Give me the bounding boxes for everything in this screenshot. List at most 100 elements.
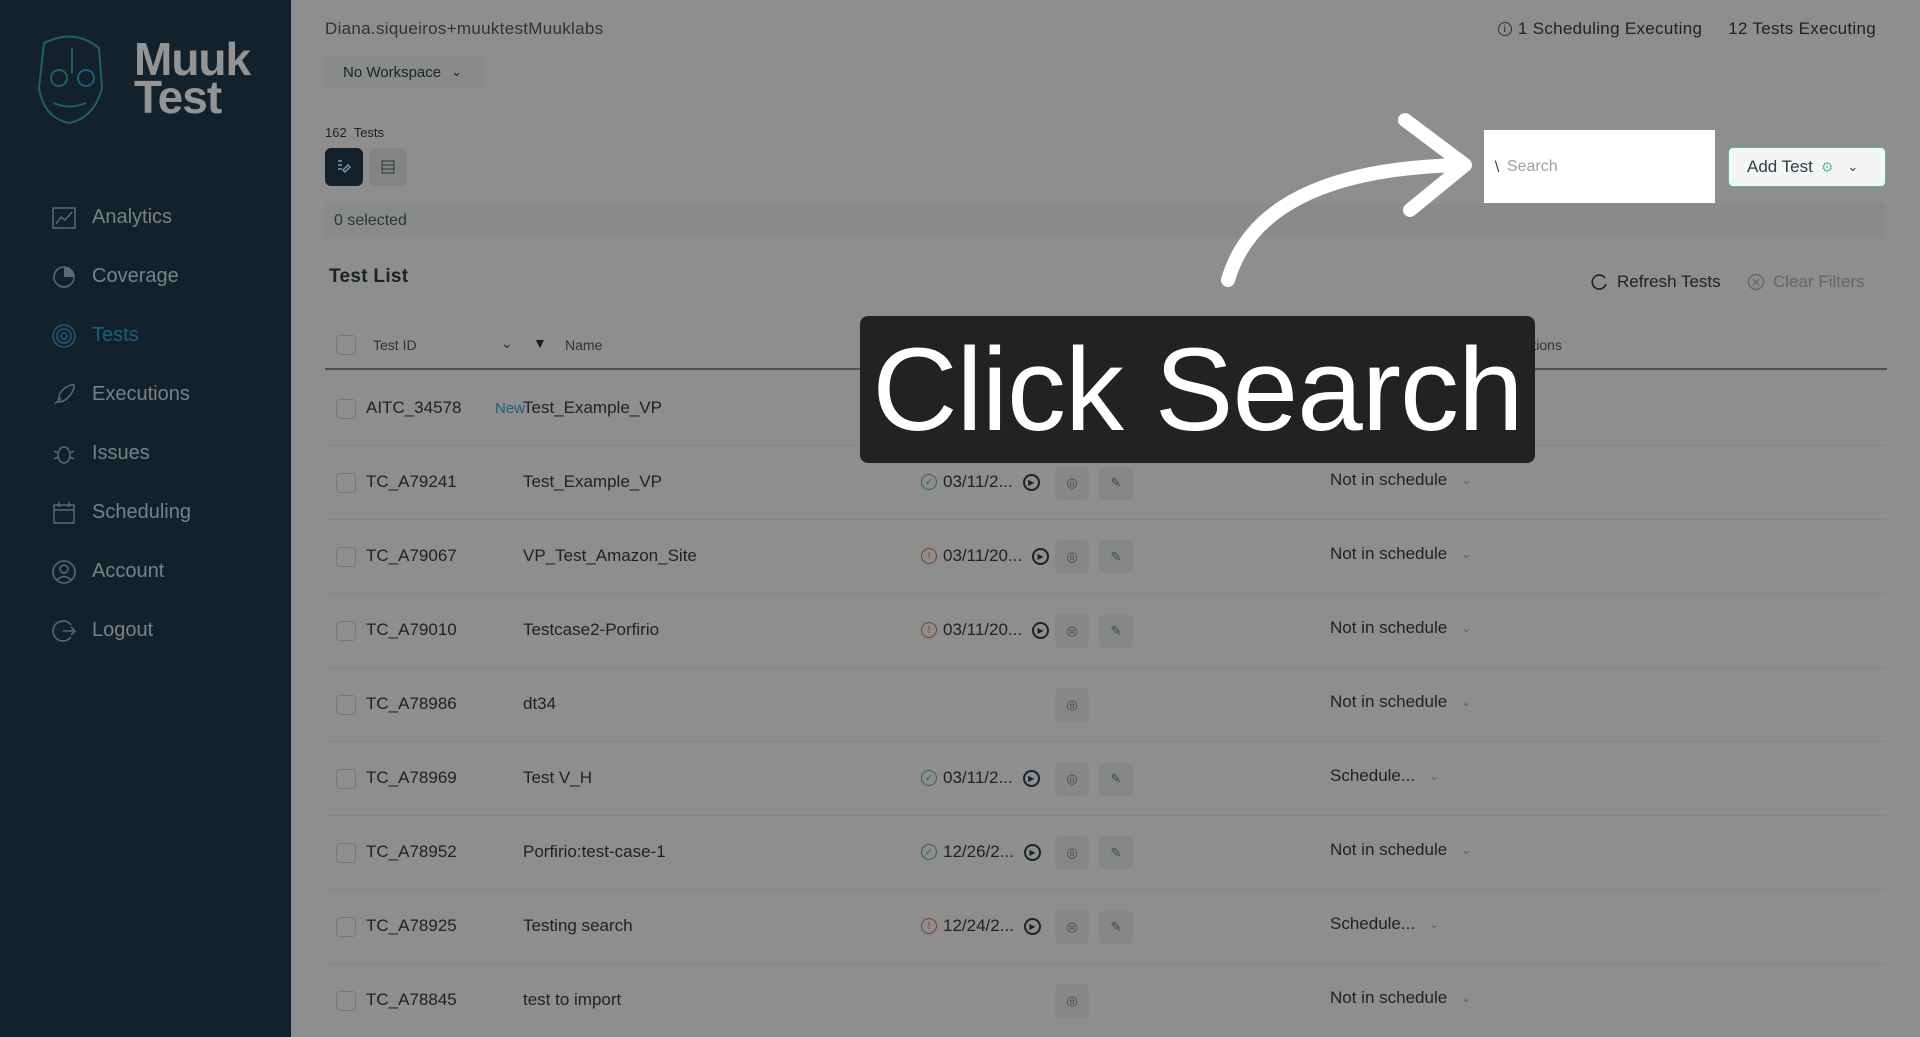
group-tags[interactable]: No hashta... [1199,398,1291,418]
search-input[interactable] [1506,157,1697,176]
test-type-icon[interactable]: ◎ [1055,540,1089,574]
test-type-icon[interactable]: ◎ [1055,466,1089,500]
card-view-button[interactable] [325,148,363,186]
test-name[interactable]: Test_Example_VP [523,398,662,418]
row-checkbox[interactable] [336,843,356,863]
edit-icon[interactable]: ✎ [1099,910,1133,944]
edit-icon[interactable]: ✎ [1099,614,1133,648]
test-name[interactable]: Test_Example_VP [523,472,662,492]
scheduling-status[interactable]: i 1 Scheduling Executing [1497,19,1702,39]
table-row[interactable]: TC_A78969 Test V_H ✓ 03/11/2... ▶ ◎ ✎ Schedule.… [325,742,1887,816]
success-icon: ✓ [921,844,937,860]
table-row[interactable]: AITC_34578 New Test_Example_VP No hashta...… [325,372,1887,446]
play-icon[interactable]: ▶ [1023,917,1041,935]
search-box[interactable]: ∖ [1484,130,1715,203]
test-name[interactable]: dt34 [523,694,556,714]
test-type-icon[interactable]: ◎ [1055,614,1089,648]
last-execution: ! 12/24/2... ▶ [921,916,1041,936]
sidebar-item-analytics[interactable]: Analytics [0,188,291,247]
sidebar-item-label: Account [92,560,165,582]
test-name[interactable]: Testcase2-Porfirio [523,620,659,640]
filter-icon[interactable]: ▼ [533,335,547,351]
test-id[interactable]: TC_A78925 [366,916,457,936]
test-id[interactable]: TC_A78969 [366,768,457,788]
table-row[interactable]: TC_A79067 VP_Test_Amazon_Site! 03/11/20...… [325,520,1887,594]
test-id[interactable]: TC_A78845 [366,990,457,1010]
row-checkbox[interactable] [336,917,356,937]
workspace-dropdown[interactable]: No Workspace ⌄ [325,55,485,89]
sidebar-item-executions[interactable]: Executions [0,365,291,424]
play-icon[interactable]: ▶ [1022,769,1040,787]
clear-filters-button[interactable]: Clear Filters [1747,272,1865,292]
schedule-dropdown[interactable]: Not in schedule ⌄ [1330,988,1471,1008]
row-checkbox[interactable] [336,769,356,789]
table-row[interactable]: TC_A79241 Test_Example_VP ✓ 03/11/2... ▶ ◎ ✎ No… [325,446,1887,520]
col-schedule[interactable]: Schedule [1330,337,1388,353]
edit-icon[interactable]: ✎ [1099,466,1133,500]
table-row[interactable]: TC_A78986 dt34 ◎ Not in schedule ⌄ [325,668,1887,742]
play-icon[interactable]: ▶ [1022,473,1040,491]
test-id[interactable]: TC_A79241 [366,472,457,492]
sidebar-item-scheduling[interactable]: Scheduling [0,483,291,542]
play-icon[interactable]: ▶ [1032,621,1050,639]
sidebar-item-issues[interactable]: Issues [0,424,291,483]
schedule-dropdown[interactable]: Not in schedule ⌄ [1330,618,1471,638]
test-type-icon[interactable]: ◎ [1055,984,1089,1018]
last-execution: ! 03/11/20... ▶ [921,620,1050,640]
edit-icon[interactable]: ✎ [1099,836,1133,870]
schedule-dropdown[interactable]: Not in schedule ⌄ [1330,692,1471,712]
col-test-id[interactable]: Test ID [373,337,417,353]
test-id[interactable]: TC_A78986 [366,694,457,714]
sidebar-item-coverage[interactable]: Coverage [0,247,291,306]
row-checkbox[interactable] [336,695,356,715]
schedule-dropdown[interactable]: Not in schedule ⌄ [1330,840,1471,860]
schedule-dropdown[interactable]: Schedule... ⌄ [1330,766,1439,786]
test-id[interactable]: TC_A79010 [366,620,457,640]
filter-icon[interactable]: ▼ [1459,335,1473,351]
table-row[interactable]: TC_A79010 Testcase2-Porfirio ! 03/11/20... ▶… [325,594,1887,668]
refresh-icon [1591,274,1607,290]
row-checkbox[interactable] [336,991,356,1011]
tests-executing-status[interactable]: 12 Tests Executing [1728,19,1876,39]
test-id[interactable]: AITC_34578 [366,398,461,418]
edit-icon[interactable]: ✎ [1099,540,1133,574]
sidebar-item-logout[interactable]: Logout [0,601,291,660]
test-type-icon[interactable]: ◎ [1055,688,1089,722]
test-name[interactable]: VP_Test_Amazon_Site [523,546,697,566]
add-test-button[interactable]: Add Test ⚙ ⌄ [1728,147,1886,187]
test-type-icon[interactable]: ◎ [1055,762,1089,796]
test-type-icon[interactable]: ◎ [1055,910,1089,944]
row-checkbox[interactable] [336,621,356,641]
row-checkbox[interactable] [336,399,356,419]
schedule-dropdown[interactable]: Not in schedule [1330,396,1447,416]
sidebar-item-account[interactable]: Account [0,542,291,601]
test-name[interactable]: Test V_H [523,768,592,788]
schedule-dropdown[interactable]: Not in schedule ⌄ [1330,544,1471,564]
col-type[interactable]: Type [1043,337,1073,353]
test-type-icon[interactable]: ◎ [1055,836,1089,870]
table-row[interactable]: TC_A78952 Porfirio:test-case-1 ✓ 12/26/2...… [325,816,1887,890]
edit-icon[interactable]: ✎ [1099,762,1133,796]
schedule-dropdown[interactable]: Not in schedule ⌄ [1330,470,1471,490]
table-view-button[interactable] [369,148,407,186]
test-id[interactable]: TC_A79067 [366,546,457,566]
play-icon[interactable]: ▶ [1032,547,1050,565]
select-all-checkbox[interactable] [336,335,356,355]
test-name[interactable]: Testing search [523,916,633,936]
play-icon[interactable]: ▶ [1023,843,1041,861]
table-row[interactable]: TC_A78925 Testing search ! 12/24/2... ▶ ◎ ✎ Sch… [325,890,1887,964]
col-groups[interactable]: Groups [1199,337,1245,353]
test-name[interactable]: Porfirio:test-case-1 [523,842,666,862]
row-checkbox[interactable] [336,547,356,567]
chevron-down-icon[interactable]: ⌄ [501,335,513,352]
schedule-dropdown[interactable]: Schedule... ⌄ [1330,914,1439,934]
test-name[interactable]: test to import [523,990,621,1010]
col-last-execution[interactable]: Last Execu... [926,337,1007,353]
row-checkbox[interactable] [336,473,356,493]
test-id[interactable]: TC_A78952 [366,842,457,862]
last-execution-date: 12/26/2... [943,842,1014,861]
table-row[interactable]: TC_A78845 test to import ◎ Not in schedule ⌄ [325,964,1887,1037]
refresh-tests-button[interactable]: Refresh Tests [1591,272,1721,292]
sidebar-item-tests[interactable]: Tests [0,306,291,365]
col-name[interactable]: Name [565,337,602,353]
